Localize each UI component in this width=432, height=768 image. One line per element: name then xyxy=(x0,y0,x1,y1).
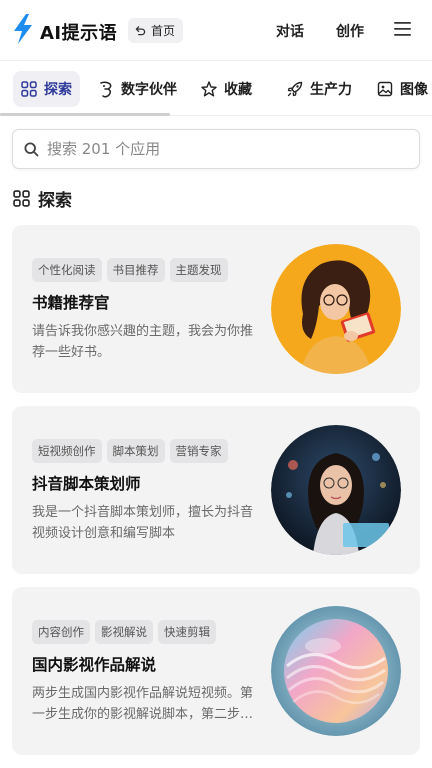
card-description: 我是一个抖音脚本策划师，擅长为抖音视频设计创意和编写脚本 xyxy=(32,505,254,541)
tab-label: 收藏 xyxy=(224,82,252,98)
card-description: 请告诉我你感兴趣的主题，我会为你推荐一些好书。 xyxy=(32,324,254,360)
tab-productivity[interactable]: 生产力 xyxy=(287,71,352,107)
app-card-film-commentary[interactable]: 内容创作 影视解说 快速剪辑 国内影视作品解说 两步生成国内影视作品解说短视频。… xyxy=(12,587,420,755)
nav-create-link[interactable]: 创作 xyxy=(336,21,364,41)
card-title: 国内影视作品解说 xyxy=(32,656,157,674)
grid-icon xyxy=(13,190,30,207)
image-icon xyxy=(377,81,393,97)
tab-label: 图像 xyxy=(400,82,428,98)
reading-girl-illustration xyxy=(271,244,401,374)
tab-label: 探索 xyxy=(44,82,72,98)
tabs-scrollbar[interactable] xyxy=(0,113,170,116)
brand-title[interactable]: AI提示语 xyxy=(40,19,117,45)
home-button-label: 首页 xyxy=(151,24,176,38)
top-bar: AI提示语 首页 对话 创作 xyxy=(0,0,432,60)
avatar xyxy=(271,606,401,736)
search-box[interactable] xyxy=(12,129,420,169)
tab-image[interactable]: 图像 xyxy=(377,71,428,107)
tag: 书目推荐 xyxy=(106,258,165,282)
tag: 快速剪辑 xyxy=(158,620,216,644)
tab-digital-partner[interactable]: 数字伙伴 xyxy=(98,71,177,107)
card-title: 书籍推荐官 xyxy=(32,294,110,312)
section-header: 探索 xyxy=(13,186,72,211)
section-title: 探索 xyxy=(38,191,72,211)
tag: 营销专家 xyxy=(169,439,228,463)
back-arrow-icon xyxy=(135,26,146,36)
abstract-wave-sphere-illustration xyxy=(271,606,401,736)
search-input[interactable] xyxy=(47,140,387,158)
app-card-douyin-script[interactable]: 短视频创作 脚本策划 营销专家 抖音脚本策划师 我是一个抖音脚本策划师，擅长为抖… xyxy=(12,406,420,574)
avatar xyxy=(271,244,401,374)
category-tabs: 探索 数字伙伴 收藏 生产力 图像 xyxy=(0,60,432,117)
tag: 主题发现 xyxy=(169,258,228,282)
card-description: 两步生成国内影视作品解说短视频。第一步生成你的影视解说脚本，第二步生成视频 xyxy=(32,686,254,722)
tab-label: 生产力 xyxy=(310,82,352,98)
character-icon xyxy=(100,80,112,98)
tag: 个性化阅读 xyxy=(32,258,102,282)
tag: 影视解说 xyxy=(95,620,153,644)
tag-list: 个性化阅读 书目推荐 主题发现 xyxy=(32,258,228,282)
tag: 脚本策划 xyxy=(106,439,165,463)
woman-with-laptop-photo xyxy=(271,425,401,555)
tag: 内容创作 xyxy=(32,620,90,644)
tag: 短视频创作 xyxy=(32,439,102,463)
rocket-icon xyxy=(287,81,303,97)
search-icon xyxy=(24,141,39,156)
grid-icon xyxy=(21,81,37,97)
lightning-logo-icon[interactable] xyxy=(13,14,33,44)
tab-explore[interactable]: 探索 xyxy=(13,71,80,107)
tab-label: 数字伙伴 xyxy=(121,82,177,98)
nav-chat-link[interactable]: 对话 xyxy=(276,21,304,41)
hamburger-menu-icon[interactable] xyxy=(394,22,411,36)
home-button[interactable]: 首页 xyxy=(128,18,184,43)
app-card-book-recommender[interactable]: 个性化阅读 书目推荐 主题发现 书籍推荐官 请告诉我你感兴趣的主题，我会为你推荐… xyxy=(12,225,420,393)
tab-favorites[interactable]: 收藏 xyxy=(201,71,252,107)
tag-list: 短视频创作 脚本策划 营销专家 xyxy=(32,439,228,463)
star-icon xyxy=(201,81,217,97)
tag-list: 内容创作 影视解说 快速剪辑 xyxy=(32,620,216,644)
avatar xyxy=(271,425,401,555)
card-title: 抖音脚本策划师 xyxy=(32,475,141,493)
